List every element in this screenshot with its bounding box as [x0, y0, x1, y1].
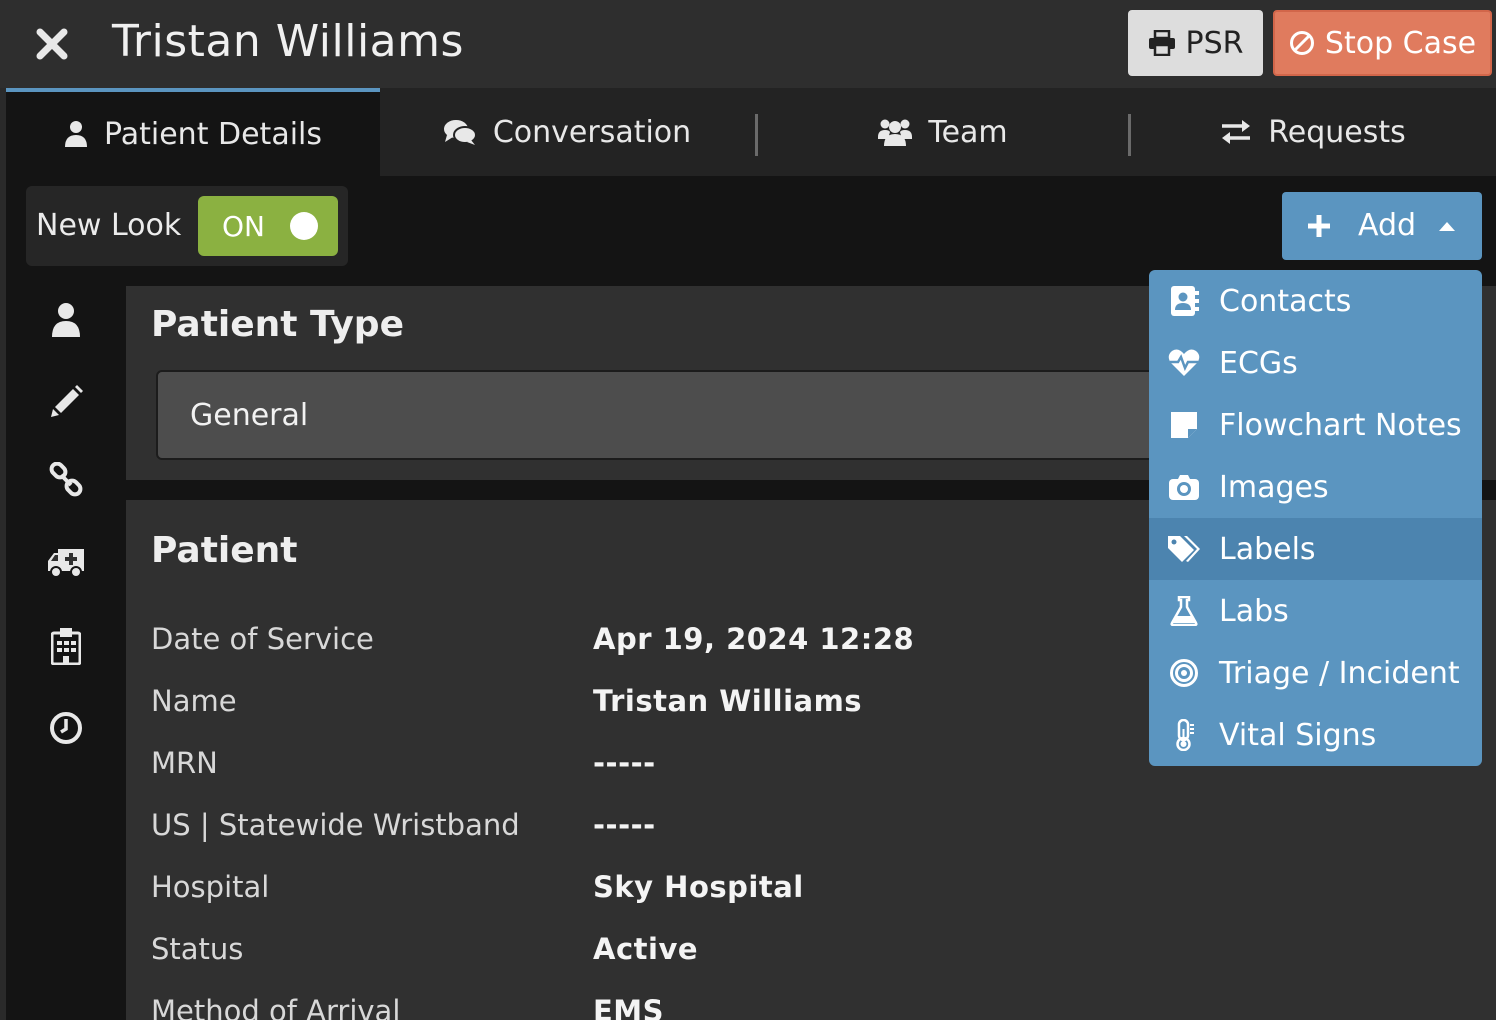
tab-patient-details[interactable]: Patient Details [6, 88, 380, 176]
date-of-service-label: Date of Service [151, 622, 374, 656]
menu-item-label: Images [1219, 469, 1329, 505]
mrn-label: MRN [151, 746, 218, 780]
name-label: Name [151, 684, 237, 718]
comments-icon [443, 120, 477, 145]
rail-history-button[interactable] [46, 708, 86, 748]
menu-item-label: Labs [1219, 593, 1289, 629]
status-label: Status [151, 932, 244, 966]
case-header: Tristan Williams PSR Stop Case [0, 0, 1496, 88]
tab-label: Requests [1268, 114, 1406, 150]
section-nav-rail [0, 286, 126, 1020]
psr-button[interactable]: PSR [1128, 10, 1263, 76]
patient-type-title: Patient Type [151, 304, 404, 345]
users-icon [878, 119, 913, 146]
menu-item-label: Triage / Incident [1219, 655, 1460, 691]
rail-transport-button[interactable] [46, 542, 86, 582]
menu-item-label: Vital Signs [1219, 717, 1377, 753]
patient-type-value: General [190, 398, 309, 433]
plus-icon [1308, 215, 1330, 237]
address-book-icon [1167, 284, 1201, 318]
caret-up-icon [1439, 222, 1455, 231]
camera-icon [1167, 470, 1201, 504]
user-icon [65, 121, 87, 147]
menu-item-label: Contacts [1219, 283, 1352, 319]
new-look-label: New Look [36, 208, 182, 243]
bullseye-icon [1167, 656, 1201, 690]
pencil-icon [51, 385, 83, 417]
patient-section-title: Patient [151, 530, 298, 571]
hospital-icon [51, 628, 81, 665]
psr-label: PSR [1185, 25, 1244, 61]
wristband-value: ----- [593, 808, 656, 842]
stop-case-label: Stop Case [1324, 25, 1477, 61]
menu-item-images[interactable]: Images [1149, 456, 1482, 518]
rail-links-button[interactable] [46, 460, 86, 500]
sticky-note-icon [1167, 408, 1201, 442]
close-icon [36, 28, 68, 60]
toggle-knob [290, 212, 318, 240]
rail-hospital-button[interactable] [46, 626, 86, 666]
new-look-control: New Look ON [26, 186, 348, 266]
add-dropdown-menu: Contacts ECGs Flowchart Notes Images Lab… [1149, 270, 1482, 766]
add-label: Add [1358, 208, 1417, 243]
menu-item-vital-signs[interactable]: Vital Signs [1149, 704, 1482, 766]
add-button[interactable]: Add [1282, 192, 1482, 260]
status-value: Active [593, 932, 699, 966]
exchange-icon [1222, 120, 1251, 144]
tab-bar: Patient Details Conversation Team Reques… [6, 88, 1496, 176]
flask-icon [1167, 594, 1201, 628]
tab-label: Conversation [492, 114, 692, 150]
menu-item-label: ECGs [1219, 345, 1298, 381]
stop-case-button[interactable]: Stop Case [1273, 10, 1492, 76]
close-button[interactable] [30, 22, 74, 66]
toggle-state-label: ON [222, 210, 265, 243]
menu-item-flowchart-notes[interactable]: Flowchart Notes [1149, 394, 1482, 456]
patient-title: Tristan Williams [112, 16, 464, 67]
user-icon [52, 303, 80, 337]
tab-team[interactable]: Team [756, 88, 1130, 176]
tab-label: Team [928, 114, 1008, 150]
rail-patient-button[interactable] [46, 300, 86, 340]
tags-icon [1167, 532, 1201, 566]
name-value: Tristan Williams [593, 684, 863, 718]
menu-item-label: Flowchart Notes [1219, 407, 1462, 443]
heartbeat-icon [1167, 346, 1201, 380]
date-of-service-value: Apr 19, 2024 12:28 [593, 622, 915, 656]
tab-label: Patient Details [104, 116, 322, 152]
method-of-arrival-label: Method of Arrival [151, 994, 401, 1020]
patient-type-select[interactable]: General [156, 370, 1256, 460]
hospital-label: Hospital [151, 870, 270, 904]
ambulance-icon [48, 549, 84, 578]
link-icon [49, 462, 83, 497]
mrn-value: ----- [593, 746, 656, 780]
print-icon [1148, 30, 1175, 56]
ban-icon [1289, 31, 1314, 55]
menu-item-labs[interactable]: Labs [1149, 580, 1482, 642]
menu-item-triage-incident[interactable]: Triage / Incident [1149, 642, 1482, 704]
clock-icon [50, 712, 82, 744]
hospital-value: Sky Hospital [593, 870, 804, 904]
menu-item-contacts[interactable]: Contacts [1149, 270, 1482, 332]
tab-conversation[interactable]: Conversation [380, 88, 754, 176]
menu-item-label: Labels [1219, 531, 1316, 567]
menu-item-ecgs[interactable]: ECGs [1149, 332, 1482, 394]
menu-item-labels[interactable]: Labels [1149, 518, 1482, 580]
wristband-label: US | Statewide Wristband [151, 808, 520, 842]
new-look-toggle[interactable]: ON [198, 196, 338, 256]
method-of-arrival-value: EMS [593, 994, 665, 1020]
tab-requests[interactable]: Requests [1130, 88, 1496, 176]
rail-notes-button[interactable] [46, 380, 86, 420]
thermometer-icon [1167, 718, 1201, 752]
